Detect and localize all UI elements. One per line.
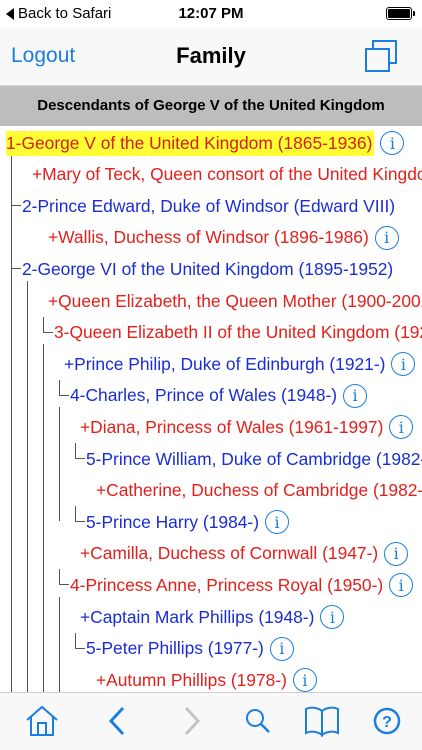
person-name[interactable]: +Captain Mark Phillips (1948-)	[80, 607, 314, 628]
person-name[interactable]: 3-Queen Elizabeth II of the United Kingd…	[54, 322, 422, 343]
tree-row[interactable]: 2-Prince Edward, Duke of Windsor (Edward…	[11, 190, 395, 222]
home-icon	[26, 705, 58, 736]
person-name[interactable]: 5-Prince William, Duke of Cambridge (198…	[86, 449, 422, 470]
person-name[interactable]: +Autumn Phillips (1978-)	[96, 670, 287, 691]
tree-row[interactable]: 5-Prince William, Duke of Cambridge (198…	[75, 443, 422, 475]
tree-row[interactable]: 1-George V of the United Kingdom (1865-1…	[6, 127, 405, 159]
tree-row[interactable]: +Catherine, Duchess of Cambridge (1982-)	[96, 475, 422, 507]
person-name[interactable]: 2-George VI of the United Kingdom (1895-…	[22, 259, 393, 280]
tree-elbow	[11, 253, 21, 270]
book-button[interactable]	[300, 701, 344, 741]
tree-elbow	[59, 379, 69, 396]
tree-elbow	[75, 443, 85, 459]
copy-icon[interactable]	[364, 40, 398, 72]
person-name[interactable]: 4-Princess Anne, Princess Royal (1950-)	[70, 575, 383, 596]
tree-elbow	[59, 569, 69, 586]
section-header: Descendants of George V of the United Ki…	[0, 86, 422, 126]
info-icon[interactable]: i	[320, 605, 345, 629]
tree-elbow	[11, 190, 21, 207]
tree-row[interactable]: 5-Prince Harry (1984-) i	[75, 506, 289, 538]
status-time: 12:07 PM	[178, 5, 244, 22]
person-name[interactable]: 2-Prince Edward, Duke of Windsor (Edward…	[22, 196, 395, 217]
home-button[interactable]	[20, 701, 64, 741]
battery-icon	[386, 7, 415, 20]
person-name[interactable]: +Wallis, Duchess of Windsor (1896-1986)	[48, 227, 369, 248]
info-icon[interactable]: i	[391, 352, 416, 377]
person-name[interactable]: +Prince Philip, Duke of Edinburgh (1921-…	[64, 354, 385, 375]
info-icon[interactable]: i	[292, 668, 317, 692]
person-name[interactable]: +Queen Elizabeth, the Queen Mother (1900…	[48, 291, 422, 312]
search-button[interactable]	[236, 701, 280, 741]
person-name[interactable]: 1-George V of the United Kingdom (1865-1…	[6, 130, 375, 156]
person-name[interactable]: +Mary of Teck, Queen consort of the Unit…	[32, 164, 422, 185]
book-icon	[305, 706, 339, 737]
tree-elbow	[43, 316, 53, 333]
info-icon[interactable]: i	[380, 131, 405, 155]
help-button[interactable]: ?	[365, 701, 409, 741]
tree-connector-line	[43, 344, 44, 692]
info-icon[interactable]: i	[389, 415, 414, 440]
info-icon[interactable]: i	[384, 541, 409, 566]
tree-row[interactable]: +Prince Philip, Duke of Edinburgh (1921-…	[64, 348, 416, 380]
tree-connector-line	[59, 407, 60, 521]
tree-row[interactable]: +Queen Elizabeth, the Queen Mother (1900…	[48, 285, 422, 317]
info-icon[interactable]: i	[389, 573, 414, 598]
tree-elbow	[75, 506, 85, 523]
info-icon[interactable]: i	[374, 225, 399, 250]
tree-connector-line	[27, 280, 28, 692]
person-name[interactable]: 4-Charles, Prince of Wales (1948-)	[70, 385, 337, 406]
info-icon[interactable]: i	[265, 510, 289, 535]
tree-row[interactable]: 2-George VI of the United Kingdom (1895-…	[11, 253, 393, 285]
info-icon[interactable]: i	[343, 383, 368, 408]
tree-row[interactable]: +Autumn Phillips (1978-) i	[96, 664, 317, 692]
person-name[interactable]: +Camilla, Duchess of Cornwall (1947-)	[80, 543, 378, 564]
search-icon	[246, 709, 270, 733]
forward-button[interactable]	[170, 701, 214, 741]
tree-row[interactable]: +Camilla, Duchess of Cornwall (1947-) i	[80, 538, 409, 570]
tree-row[interactable]: 3-Queen Elizabeth II of the United Kingd…	[43, 316, 422, 349]
tree-row[interactable]: +Captain Mark Phillips (1948-) i	[80, 601, 345, 633]
status-bar: Back to Safari 12:07 PM	[0, 0, 422, 28]
tree-elbow	[75, 632, 85, 649]
person-name[interactable]: +Diana, Princess of Wales (1961-1997)	[80, 417, 383, 438]
svg-text:?: ?	[382, 714, 392, 731]
tree-row[interactable]: +Wallis, Duchess of Windsor (1896-1986) i	[48, 222, 399, 254]
person-name[interactable]: 5-Peter Phillips (1977-)	[86, 638, 264, 659]
info-icon[interactable]: i	[269, 636, 294, 661]
back-chevron-icon	[108, 706, 125, 736]
tree-row[interactable]: 5-Peter Phillips (1977-) i	[75, 632, 294, 665]
tree-row[interactable]: 4-Charles, Prince of Wales (1948-) i	[59, 379, 368, 412]
family-tree[interactable]: 1-George V of the United Kingdom (1865-1…	[0, 126, 422, 692]
help-icon: ?	[373, 707, 401, 735]
tree-connector-line	[11, 154, 12, 692]
tree-row[interactable]: +Mary of Teck, Queen consort of the Unit…	[32, 159, 422, 191]
person-name[interactable]: 5-Prince Harry (1984-)	[86, 512, 259, 533]
nav-bar: Logout Family	[0, 28, 422, 86]
person-name[interactable]: +Catherine, Duchess of Cambridge (1982-)	[96, 480, 422, 501]
back-button[interactable]	[95, 701, 139, 741]
bottom-toolbar: ?	[0, 692, 422, 750]
tree-row[interactable]: +Diana, Princess of Wales (1961-1997) i	[80, 411, 414, 443]
logout-button[interactable]: Logout	[11, 44, 75, 68]
tree-row[interactable]: 4-Princess Anne, Princess Royal (1950-) i	[59, 569, 414, 601]
tree-connector-line	[59, 596, 60, 692]
forward-chevron-icon	[184, 706, 201, 736]
